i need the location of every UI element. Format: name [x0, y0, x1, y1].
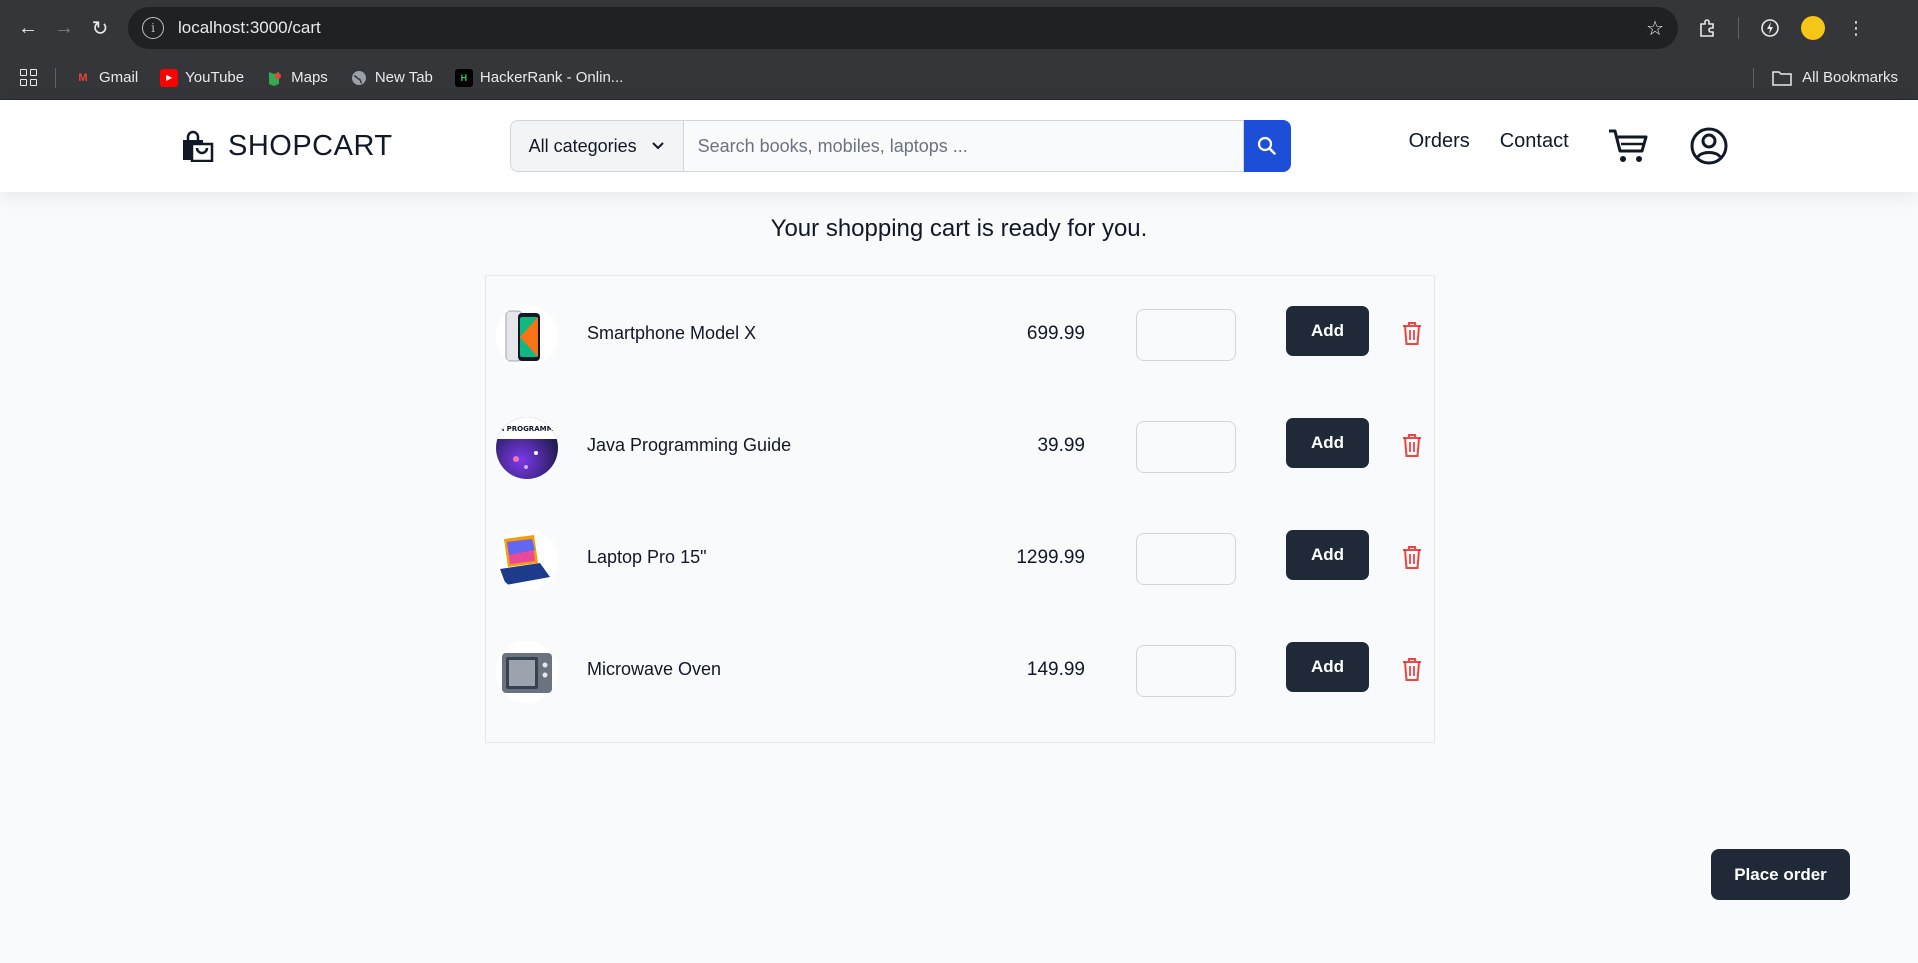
bookmark-star-icon[interactable]: ☆ [1646, 16, 1664, 41]
quantity-input[interactable] [1136, 533, 1236, 585]
youtube-icon: ▶ [160, 68, 179, 87]
chevron-down-icon [651, 142, 664, 150]
product-name: Java Programming Guide [587, 435, 792, 455]
search-icon [1258, 136, 1276, 155]
trash-icon[interactable] [1401, 544, 1423, 570]
brand-name: SHOPCART [228, 129, 393, 162]
gmail-icon: M [78, 71, 88, 84]
product-price: 39.99 [1037, 435, 1085, 456]
extensions-icon[interactable] [1694, 15, 1720, 41]
add-button[interactable]: Add [1286, 306, 1369, 356]
cart-item-row: JAVA PROGRAMMING Java Programming Guide … [486, 407, 1434, 487]
bookmark-label: HackerRank - Onlin... [479, 69, 624, 86]
quantity-input[interactable] [1136, 421, 1236, 473]
nav-contact[interactable]: Contact [1500, 130, 1569, 153]
site-info-icon[interactable]: i [142, 17, 164, 39]
profile-avatar[interactable] [1801, 16, 1825, 40]
microwave-thumbnail [496, 641, 558, 703]
trash-icon[interactable] [1401, 432, 1423, 458]
product-price: 149.99 [1026, 659, 1085, 680]
url-text[interactable]: localhost:3000/cart [178, 18, 1646, 38]
bookmark-label: Maps [291, 69, 328, 86]
cart-item-row: Microwave Oven 149.99 Add [486, 631, 1434, 711]
product-name: Smartphone Model X [587, 323, 757, 343]
apps-grid-icon[interactable] [20, 69, 37, 86]
laptop-thumbnail [496, 529, 558, 591]
category-select[interactable]: All categories [509, 120, 684, 172]
nav-orders[interactable]: Orders [1409, 130, 1470, 153]
all-bookmarks[interactable]: All Bookmarks [1753, 67, 1898, 88]
address-bar[interactable]: i localhost:3000/cart ☆ [128, 7, 1678, 49]
cart-heading: Your shopping cart is ready for you. [770, 215, 1148, 242]
java-cover-text: JAVA PROGRAMMING [496, 425, 558, 433]
java-book-thumbnail: JAVA PROGRAMMING [496, 417, 558, 479]
product-price: 699.99 [1026, 323, 1085, 344]
add-button[interactable]: Add [1286, 418, 1369, 468]
bookmark-label: YouTube [185, 69, 245, 86]
search-bar: All categories [509, 120, 1291, 172]
bookmarks-divider [55, 67, 56, 88]
add-button[interactable]: Add [1286, 530, 1369, 580]
performance-icon[interactable] [1757, 15, 1783, 41]
bookmark-gmail[interactable]: M Gmail [74, 69, 138, 87]
brand-logo[interactable]: SHOPCART [180, 130, 393, 163]
trash-icon[interactable] [1401, 656, 1423, 682]
category-select-value: All categories [528, 135, 637, 156]
search-button[interactable] [1243, 120, 1291, 172]
cart-icon[interactable] [1607, 127, 1649, 165]
hackerrank-icon: H [454, 68, 473, 87]
bookmark-label: New Tab [374, 69, 433, 86]
trash-icon[interactable] [1401, 320, 1423, 346]
place-order-button[interactable]: Place order [1711, 849, 1850, 900]
product-name: Microwave Oven [587, 659, 722, 679]
user-account-icon[interactable] [1689, 126, 1729, 166]
cart-item-row: Smartphone Model X 699.99 Add [486, 295, 1434, 375]
bookmark-maps[interactable]: Maps [266, 69, 328, 87]
all-bookmarks-label: All Bookmarks [1802, 69, 1898, 86]
back-icon[interactable]: ← [10, 10, 46, 46]
cart-item-row: Laptop Pro 15" 1299.99 Add [486, 519, 1434, 599]
cart-page: Your shopping cart is ready for you. Sma… [0, 192, 1918, 900]
menu-kebab-icon[interactable]: ⋮ [1843, 15, 1869, 41]
bookmarks-bar: M Gmail ▶ YouTube Maps New Tab H HackerR… [0, 56, 1918, 100]
maps-icon [266, 69, 284, 87]
product-price: 1299.99 [1016, 547, 1085, 568]
product-name: Laptop Pro 15" [587, 547, 707, 567]
bookmark-label: Gmail [99, 69, 139, 86]
bookmark-youtube[interactable]: ▶ YouTube [160, 68, 245, 87]
bookmark-hackerrank[interactable]: H HackerRank - Onlin... [454, 68, 624, 87]
forward-icon[interactable]: → [46, 10, 82, 46]
shopping-bag-icon [183, 130, 214, 162]
toolbar-divider [1738, 17, 1739, 39]
cart-items-list: Smartphone Model X 699.99 Add JAVA PROGR… [485, 275, 1435, 743]
bookmark-new-tab[interactable]: New Tab [350, 69, 433, 87]
search-input[interactable] [683, 120, 1244, 172]
globe-icon [350, 69, 368, 87]
app-header: SHOPCART All categories Orders Contact [0, 100, 1918, 192]
add-button[interactable]: Add [1286, 642, 1369, 692]
reload-icon[interactable]: ↻ [82, 10, 118, 46]
quantity-input[interactable] [1136, 645, 1236, 697]
bookmarks-divider [1753, 67, 1755, 88]
folder-icon [1772, 70, 1792, 86]
quantity-input[interactable] [1136, 309, 1236, 361]
smartphone-thumbnail [496, 305, 558, 367]
main-nav: Orders Contact [1409, 126, 1729, 166]
browser-toolbar: ← → ↻ i localhost:3000/cart ☆ ⋮ [0, 0, 1918, 56]
